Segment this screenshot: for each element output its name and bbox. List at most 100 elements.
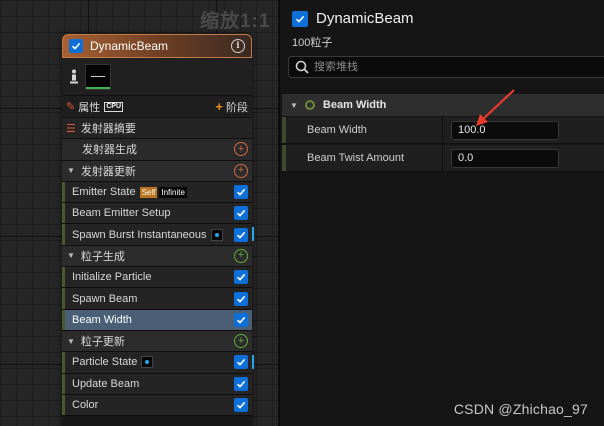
module-row[interactable]: Particle State bbox=[62, 352, 254, 374]
stage-header[interactable]: ▼ 粒子更新 + bbox=[62, 330, 252, 353]
row-label: 发射器摘要 bbox=[80, 123, 136, 136]
emitter-thumbnail[interactable] bbox=[85, 63, 111, 90]
module-enable-checkbox[interactable] bbox=[234, 312, 248, 327]
row-label: Initialize Particle bbox=[72, 271, 152, 284]
emitter-node[interactable]: DynamicBeam i ✎ 属性 CPU + 阶段 ☰ 发射器摘要发射器生成 +… bbox=[62, 34, 254, 426]
property-row-beam-width: Beam Width bbox=[282, 117, 604, 144]
row-label: 发射器生成 bbox=[82, 144, 137, 157]
module-enable-checkbox[interactable] bbox=[234, 398, 248, 412]
stage-label: 阶段 bbox=[226, 101, 248, 114]
row-label: 粒子更新 bbox=[80, 336, 125, 349]
node-title: DynamicBeam bbox=[90, 39, 169, 53]
details-panel: DynamicBeam 100粒子 ▼ Beam Width Beam Widt… bbox=[278, 0, 604, 426]
collapse-triangle-icon[interactable]: ▼ bbox=[67, 166, 75, 175]
module-row[interactable]: Color bbox=[62, 394, 252, 417]
dependency-icon bbox=[210, 228, 223, 241]
properties-label: 属性 bbox=[78, 101, 101, 114]
zoom-label: 缩放1:1 bbox=[200, 11, 271, 32]
checkmark-icon bbox=[236, 401, 246, 409]
node-header[interactable]: DynamicBeam i bbox=[62, 34, 252, 58]
module-row[interactable]: Emitter State Self Infinite bbox=[62, 181, 252, 204]
cpu-badge: CPU bbox=[104, 101, 123, 112]
property-name: Beam Twist Amount bbox=[307, 152, 405, 164]
row-label: 发射器更新 bbox=[80, 165, 136, 178]
divider bbox=[442, 117, 443, 143]
node-stack: ☰ 发射器摘要发射器生成 + ▼ 发射器更新 + Emitter State Self Infi… bbox=[62, 118, 254, 417]
module-enable-checkbox[interactable] bbox=[234, 355, 248, 370]
search-box[interactable] bbox=[288, 56, 604, 78]
module-row[interactable]: Beam Emitter Setup bbox=[62, 203, 252, 225]
row-label: Update Beam bbox=[72, 377, 140, 390]
search-icon bbox=[295, 60, 309, 74]
add-module-icon[interactable]: + bbox=[234, 163, 248, 178]
checkmark-icon bbox=[236, 380, 246, 388]
module-enable-checkbox[interactable] bbox=[234, 206, 248, 221]
category-label: Beam Width bbox=[322, 99, 387, 111]
property-name: Beam Width bbox=[307, 124, 367, 136]
plus-icon: + bbox=[215, 99, 223, 114]
row-label: Spawn Beam bbox=[72, 292, 138, 305]
checkmark-icon bbox=[236, 188, 246, 196]
module-status-icon bbox=[304, 100, 315, 110]
add-module-icon[interactable]: + bbox=[234, 334, 248, 349]
property-row-beam-twist: Beam Twist Amount bbox=[282, 145, 604, 172]
scope-tag: Self bbox=[139, 186, 158, 198]
watermark: CSDN @Zhichao_97 bbox=[453, 401, 588, 417]
output-pin[interactable] bbox=[252, 227, 254, 242]
pencil-icon: ✎ bbox=[66, 101, 76, 113]
annotation-arrow-icon bbox=[476, 89, 515, 126]
checkmark-icon bbox=[71, 42, 81, 50]
row-label: Color bbox=[72, 399, 99, 411]
dependency-icon bbox=[141, 356, 154, 369]
add-stage-button[interactable]: + 阶段 bbox=[215, 99, 248, 115]
thumbnail-status-bar bbox=[86, 86, 110, 89]
checkmark-icon bbox=[236, 210, 246, 218]
node-enable-checkbox[interactable] bbox=[69, 39, 83, 53]
module-enable-checkbox[interactable] bbox=[234, 185, 248, 200]
module-row[interactable]: Spawn Beam bbox=[62, 288, 252, 310]
checkmark-icon bbox=[236, 359, 246, 367]
row-label: Emitter State bbox=[72, 186, 136, 199]
properties-row[interactable]: ✎ 属性 CPU + 阶段 bbox=[62, 96, 252, 118]
search-input[interactable] bbox=[314, 61, 594, 73]
add-module-icon[interactable]: + bbox=[234, 142, 248, 157]
module-enable-checkbox[interactable] bbox=[234, 270, 248, 285]
beam-twist-input[interactable] bbox=[451, 148, 559, 168]
row-label: Spawn Burst Instantaneous bbox=[72, 228, 207, 241]
checkmark-icon bbox=[236, 231, 246, 239]
module-enable-checkbox[interactable] bbox=[234, 376, 248, 391]
module-enable-checkbox[interactable] bbox=[234, 291, 248, 306]
row-label: Beam Emitter Setup bbox=[72, 207, 171, 220]
category-header[interactable]: ▼ Beam Width bbox=[282, 94, 604, 116]
add-module-icon[interactable]: + bbox=[234, 248, 248, 263]
scope-tag: Infinite bbox=[159, 186, 187, 198]
checkmark-icon bbox=[236, 295, 246, 303]
checkmark-icon bbox=[236, 316, 246, 324]
row-label: Particle State bbox=[72, 356, 138, 369]
list-icon: ☰ bbox=[66, 122, 76, 135]
row-label: Beam Width bbox=[72, 313, 132, 326]
beam-preview bbox=[91, 76, 105, 77]
stage-header[interactable]: 发射器生成 + bbox=[62, 139, 252, 161]
stage-header[interactable]: ▼ 发射器更新 + bbox=[62, 160, 252, 182]
checkmark-icon bbox=[236, 274, 246, 281]
collapse-triangle-icon[interactable]: ▼ bbox=[67, 337, 75, 346]
module-row[interactable]: Update Beam bbox=[62, 373, 252, 395]
stage-header[interactable]: ▼ 粒子生成 + bbox=[62, 245, 252, 268]
divider bbox=[442, 145, 443, 171]
module-enable-checkbox[interactable] bbox=[234, 227, 248, 242]
output-pin[interactable] bbox=[252, 355, 254, 370]
module-row[interactable]: Spawn Burst Instantaneous bbox=[62, 224, 254, 246]
emitter-summary-row[interactable]: ☰ 发射器摘要 bbox=[62, 118, 252, 140]
collapse-triangle-icon[interactable]: ▼ bbox=[290, 101, 298, 110]
graph-canvas[interactable]: 缩放1:1 DynamicBeam i ✎ 属性 CPU + 阶段 ☰ 发射器摘… bbox=[0, 0, 278, 426]
info-icon[interactable]: i bbox=[231, 39, 245, 53]
person-icon bbox=[70, 69, 78, 83]
emitter-enable-checkbox[interactable] bbox=[292, 10, 308, 27]
module-row[interactable]: Beam Width bbox=[62, 309, 252, 331]
module-row[interactable]: Initialize Particle bbox=[62, 267, 252, 289]
collapse-triangle-icon[interactable]: ▼ bbox=[67, 251, 75, 260]
checkmark-icon bbox=[295, 15, 305, 23]
row-label: 粒子生成 bbox=[80, 250, 125, 263]
panel-title: DynamicBeam bbox=[316, 10, 414, 27]
